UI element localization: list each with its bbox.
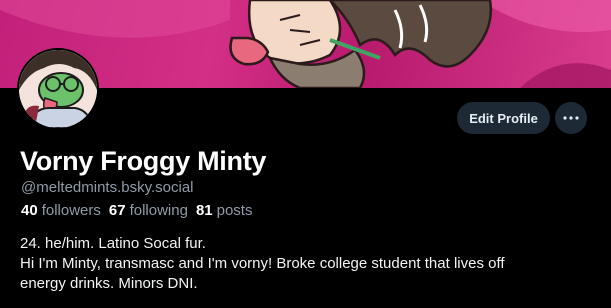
profile-handle[interactable]: @meltedmints.bsky.social [21,179,194,196]
edit-profile-button[interactable]: Edit Profile [457,102,550,134]
avatar[interactable] [17,48,99,130]
ellipsis-icon [563,116,579,120]
profile-page: Edit Profile Vorny Froggy Minty @meltedm… [0,0,611,308]
bio-line: energy drinks. Minors DNI. [20,275,198,292]
more-options-button[interactable] [555,102,587,134]
followers-label: followers [41,202,101,219]
profile-bio: 24. he/him. Latino Socal fur. Hi I'm Min… [20,234,600,294]
following-stat[interactable]: 67 following [109,202,188,219]
posts-count: 81 [195,202,213,219]
followers-stat[interactable]: 40 followers [21,202,101,219]
following-label: following [129,202,188,219]
display-name: Vorny Froggy Minty [20,146,267,176]
posts-stat: 81 posts [196,202,253,219]
profile-stats: 40 followers 67 following 81 posts [21,202,252,219]
following-count: 67 [108,202,126,219]
bio-line: 24. he/him. Latino Socal fur. [20,235,206,252]
bio-line: Hi I'm Minty, transmasc and I'm vorny! B… [20,255,505,272]
followers-count: 40 [21,202,38,219]
posts-label: posts [216,202,253,219]
avatar-artwork [19,50,97,128]
